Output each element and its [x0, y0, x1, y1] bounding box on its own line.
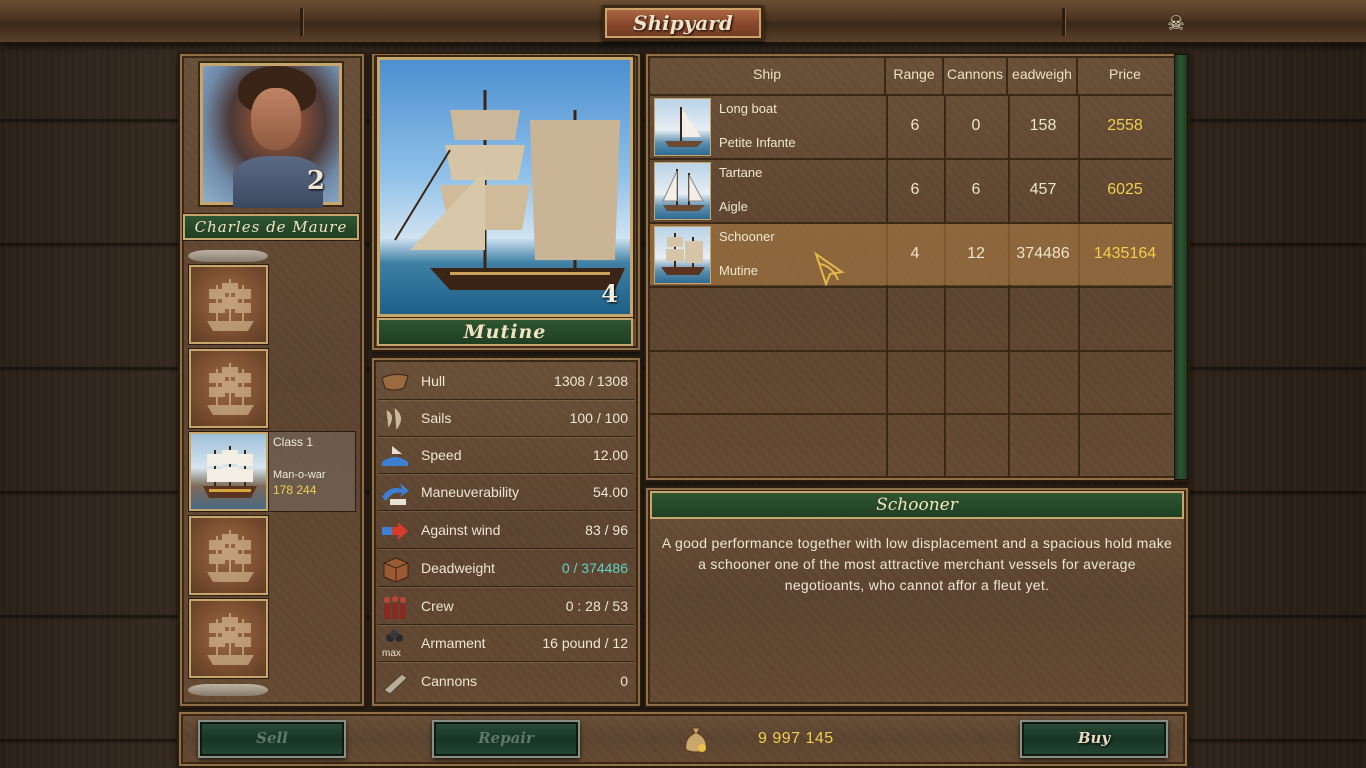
crate-icon	[383, 557, 409, 583]
ship-name: Petite Infante	[719, 135, 796, 150]
stat-crew: Crew 0 : 28 / 53	[378, 588, 634, 625]
ship-silhouette-icon	[207, 530, 254, 582]
stat-maneuverability: Maneuverability 54.00	[378, 474, 634, 511]
ship-silhouette-icon	[207, 279, 254, 331]
ship-range: 6	[910, 117, 920, 134]
money-amount: 9 997 145	[758, 730, 834, 747]
ship-range: 4	[910, 245, 920, 262]
fleet-slot-type: Man-o-war	[273, 469, 326, 481]
maneuverability-icon	[382, 483, 409, 505]
ship-price: 6025	[1107, 181, 1143, 198]
stat-speed: Speed 12.00	[378, 437, 634, 474]
ship-thumbnail	[654, 162, 711, 220]
ship-silhouette-icon	[207, 363, 254, 415]
col-ship[interactable]: Ship	[650, 58, 886, 94]
fleet-scroll-up-icon[interactable]	[188, 250, 268, 262]
sextant-cursor-icon	[814, 251, 845, 286]
buy-button[interactable]: Buy	[1020, 720, 1168, 758]
ship-name: Mutine	[719, 263, 759, 278]
ship-range: 6	[910, 181, 920, 198]
stat-deadweight: Deadweight 0 / 374486	[378, 550, 634, 587]
table-row[interactable]: Long boat Petite Infante 6 0 158 2558	[650, 94, 1172, 157]
fleet-slot-details: Class 1 Man-o-war 178 244	[268, 431, 356, 512]
wind-icon	[382, 522, 408, 540]
stat-sails: Sails 100 / 100	[378, 400, 634, 437]
hull-icon	[381, 373, 409, 391]
ship-class-number: 4	[601, 279, 618, 308]
svg-text:max: max	[382, 648, 401, 658]
cannonballs-icon: max	[382, 630, 403, 658]
ship-type: Long boat	[719, 101, 777, 116]
window-title: Shipyard	[602, 5, 764, 41]
sell-button[interactable]: Sell	[198, 720, 346, 758]
bar-divider	[300, 8, 303, 36]
sails-icon	[385, 405, 402, 433]
grid-line	[650, 350, 1172, 352]
ship-thumbnail	[654, 98, 711, 156]
description-panel	[644, 486, 1190, 708]
ship-deadweight: 457	[1029, 181, 1057, 198]
cannon-icon	[383, 673, 408, 695]
speed-icon	[382, 446, 408, 466]
table-row-selected[interactable]: Schooner Mutine 4 12 374486 1435164	[650, 222, 1172, 285]
ship-cannons: 12	[967, 245, 985, 262]
close-skull-icon[interactable]: ☠	[1164, 11, 1188, 35]
stat-against-wind: Against wind 83 / 96	[378, 512, 634, 549]
ship-type: Tartane	[719, 165, 763, 180]
fleet-slot-empty[interactable]	[189, 265, 268, 344]
ship-name: Aigle	[719, 199, 748, 214]
grid-line	[650, 286, 1172, 288]
bar-divider	[1062, 8, 1065, 36]
ship-name: Mutine	[377, 318, 633, 346]
grid-line	[650, 413, 1172, 415]
table-scrollbar[interactable]	[1174, 54, 1188, 480]
ship-price: 1435164	[1093, 245, 1157, 262]
ship-thumbnail	[654, 226, 711, 284]
ship-cannons: 0	[971, 117, 981, 134]
stat-hull: Hull 1308 / 1308	[378, 363, 634, 400]
ship-deadweight: 158	[1029, 117, 1057, 134]
crew-icon	[384, 596, 406, 619]
description-title: Schooner	[650, 491, 1184, 519]
repair-button[interactable]: Repair	[432, 720, 580, 758]
ship-preview-image: 4	[377, 57, 633, 317]
ship-price: 2558	[1107, 117, 1143, 134]
table-row[interactable]: Tartane Aigle 6 6 457 6025	[650, 158, 1172, 221]
fleet-slot-class: Class 1	[273, 435, 314, 449]
ship-type: Schooner	[719, 229, 775, 244]
captain-rank: 2	[306, 166, 325, 196]
fleet-slot-empty[interactable]	[189, 599, 268, 678]
col-range[interactable]: Range	[886, 58, 944, 94]
captain-portrait[interactable]: 2	[200, 63, 342, 208]
ship-stats: Hull 1308 / 1308 Sails 100 / 100 Speed 1…	[372, 358, 640, 706]
money-bag-icon	[685, 727, 707, 753]
ship-silhouette-icon	[207, 613, 254, 665]
schooner-illustration	[394, 90, 625, 290]
col-cannons[interactable]: Cannons	[944, 58, 1008, 94]
fleet-scroll-down-icon[interactable]	[188, 684, 268, 696]
fleet-slot-empty[interactable]	[189, 516, 268, 595]
stat-cannons: Cannons 0	[378, 663, 634, 700]
fleet-slot-man-o-war[interactable]	[189, 432, 268, 511]
description-text: A good performance together with low dis…	[661, 535, 1173, 593]
fleet-slot-empty[interactable]	[189, 349, 268, 428]
col-price[interactable]: Price	[1078, 58, 1172, 94]
ship-cannons: 6	[971, 181, 981, 198]
col-deadweight[interactable]: eadweigh	[1008, 58, 1078, 94]
man-o-war-thumbnail	[203, 446, 257, 498]
table-header: Ship Range Cannons eadweigh Price	[650, 58, 1172, 94]
ship-deadweight: 374486	[1016, 245, 1070, 262]
captain-name: Charles de Maure	[183, 214, 359, 240]
fleet-slot-value: 178 244	[273, 483, 317, 497]
stat-armament: max Armament 16 pound / 12	[378, 625, 634, 662]
